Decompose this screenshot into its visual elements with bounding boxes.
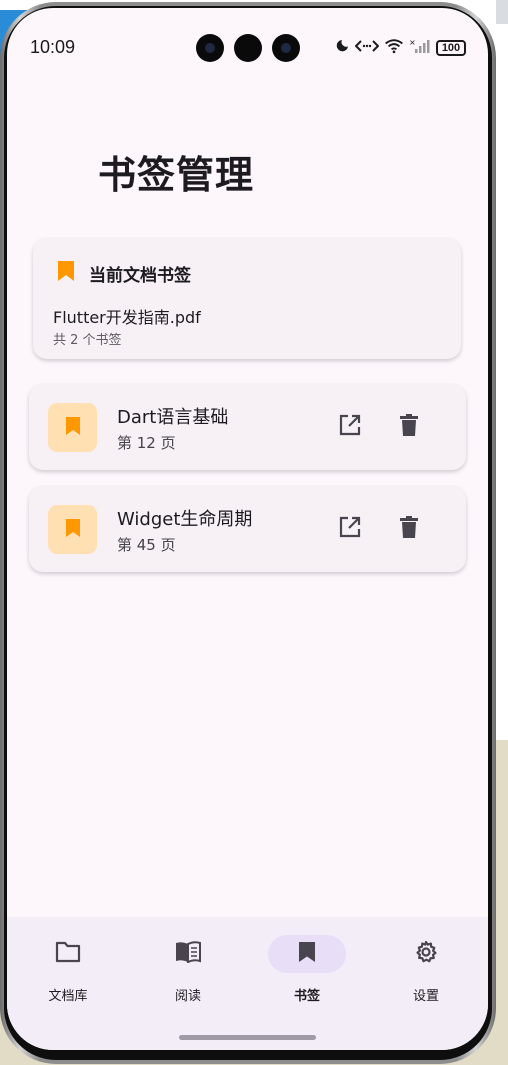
phone-screen: 10:09 × 100 书签管理 当前文档书签 Flutter开发指南.pdf … bbox=[7, 8, 488, 1050]
bottom-navigation: 文档库 阅读 书签 设置 bbox=[7, 917, 488, 1050]
bookmark-icon bbox=[57, 260, 75, 286]
nav-item-library[interactable]: 文档库 bbox=[13, 935, 123, 1005]
delete-bookmark-button[interactable] bbox=[396, 414, 422, 440]
camera-hole bbox=[196, 34, 224, 62]
book-icon bbox=[174, 941, 202, 967]
nav-icon-container bbox=[387, 935, 465, 973]
bookmark-page: 第 45 页 bbox=[117, 536, 176, 554]
nav-icon-container bbox=[268, 935, 346, 973]
nav-item-settings[interactable]: 设置 bbox=[371, 935, 481, 1005]
bookmark-thumb bbox=[48, 403, 97, 452]
nav-item-reading[interactable]: 阅读 bbox=[133, 935, 243, 1005]
wifi-icon bbox=[384, 38, 404, 58]
camera-hole bbox=[234, 34, 262, 62]
open-bookmark-button[interactable] bbox=[337, 414, 363, 440]
current-doc-file-name: Flutter开发指南.pdf bbox=[53, 308, 201, 327]
nav-item-bookmarks[interactable]: 书签 bbox=[252, 935, 362, 1005]
bookmark-title: Widget生命周期 bbox=[117, 509, 253, 530]
status-bar: 10:09 × 100 bbox=[7, 8, 488, 72]
current-doc-header: 当前文档书签 bbox=[57, 260, 191, 286]
status-time: 10:09 bbox=[30, 37, 76, 57]
status-icons: × 100 bbox=[334, 38, 466, 58]
home-indicator[interactable] bbox=[179, 1035, 316, 1040]
data-arrows-icon bbox=[354, 38, 380, 58]
nav-icon-container bbox=[149, 935, 227, 973]
page-title: 书签管理 bbox=[98, 153, 255, 197]
nav-label: 设置 bbox=[412, 989, 439, 1004]
nav-icon-container bbox=[29, 935, 107, 973]
background-gray-shape bbox=[496, 0, 508, 24]
trash-icon bbox=[399, 413, 419, 441]
nav-label: 文档库 bbox=[48, 989, 88, 1004]
delete-bookmark-button[interactable] bbox=[396, 516, 422, 542]
current-doc-card: 当前文档书签 Flutter开发指南.pdf 共 2 个书签 bbox=[33, 238, 461, 359]
folder-icon bbox=[55, 941, 81, 967]
camera-hole bbox=[272, 34, 300, 62]
bookmark-list-item[interactable]: Dart语言基础 第 12 页 bbox=[29, 384, 466, 470]
bookmark-page: 第 12 页 bbox=[117, 434, 176, 452]
bookmark-title: Dart语言基础 bbox=[117, 407, 229, 428]
gear-icon bbox=[414, 940, 438, 968]
open-in-new-icon bbox=[338, 413, 362, 441]
bookmark-icon bbox=[298, 941, 316, 967]
battery-icon: 100 bbox=[436, 40, 466, 56]
bookmark-list-item[interactable]: Widget生命周期 第 45 页 bbox=[29, 486, 466, 572]
signal-icon: × bbox=[409, 38, 431, 58]
current-doc-title: 当前文档书签 bbox=[89, 265, 191, 286]
nav-label: 书签 bbox=[293, 989, 320, 1004]
moon-icon bbox=[334, 38, 350, 58]
bookmark-thumb bbox=[48, 505, 97, 554]
svg-text:×: × bbox=[409, 38, 416, 47]
bookmark-icon bbox=[65, 416, 81, 440]
open-in-new-icon bbox=[338, 515, 362, 543]
bookmark-icon bbox=[65, 518, 81, 542]
trash-icon bbox=[399, 515, 419, 543]
open-bookmark-button[interactable] bbox=[337, 516, 363, 542]
current-doc-bookmark-count: 共 2 个书签 bbox=[53, 333, 122, 348]
nav-label: 阅读 bbox=[174, 989, 201, 1004]
